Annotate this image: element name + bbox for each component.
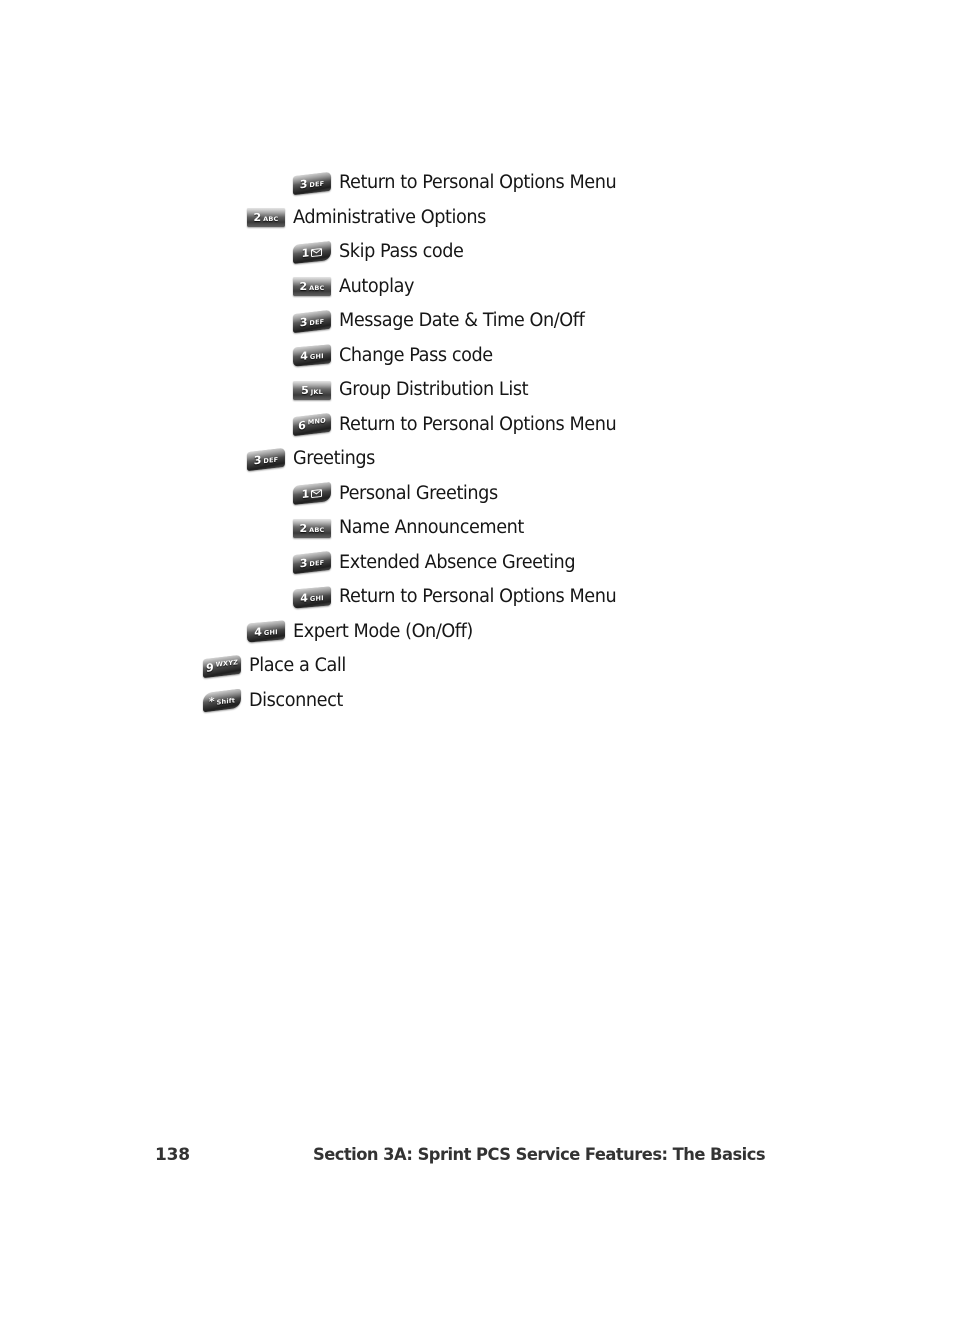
- keypad-key-2-icon: 2 ABC: [293, 518, 331, 538]
- menu-item-label: Administrative Options: [293, 206, 486, 228]
- menu-item: 4 GHI Expert Mode (On/Off): [0, 615, 954, 650]
- keypad-key-3-icon: 3 DEF: [246, 447, 286, 471]
- menu-item: 1 Personal Greetings: [0, 477, 954, 512]
- key-face: [293, 482, 331, 506]
- key-face: [293, 277, 331, 297]
- menu-item: 2 ABC Name Announcement: [0, 511, 954, 546]
- menu-item-label: Return to Personal Options Menu: [339, 413, 617, 435]
- page-footer: 138 Section 3A: Sprint PCS Service Featu…: [0, 1145, 954, 1175]
- menu-item-label: Place a Call: [249, 655, 346, 676]
- menu-item: 9 WXYZ Place a Call: [0, 649, 954, 684]
- menu-item-label: Autoplay: [339, 275, 414, 297]
- menu-item-label: Message Date & Time On/Off: [339, 310, 585, 331]
- menu-item-label: Skip Pass code: [339, 241, 464, 262]
- menu-item: 3 DEF Message Date & Time On/Off: [0, 304, 954, 339]
- menu-item-label: Expert Mode (On/Off): [293, 620, 473, 642]
- key-face: [247, 208, 285, 228]
- menu-item: 2 ABC Autoplay: [0, 270, 954, 305]
- document-page: 3 DEF Return to Personal Options Menu 2 ABC A…: [0, 0, 954, 1323]
- menu-item-label: Extended Absence Greeting: [339, 551, 576, 573]
- running-head: Section 3A: Sprint PCS Service Features:…: [313, 1145, 766, 1165]
- menu-item: 3 DEF Return to Personal Options Menu: [0, 166, 954, 201]
- keypad-key-6-icon: 6 MNO: [292, 413, 332, 437]
- menu-item: 6 MNO Return to Personal Options Menu: [0, 408, 954, 443]
- keypad-key-3-icon: 3 DEF: [292, 551, 332, 575]
- menu-item: 3 DEF Greetings: [0, 442, 954, 477]
- menu-item: * Shift Disconnect: [0, 684, 954, 719]
- keypad-key-9-icon: 9 WXYZ: [202, 654, 242, 678]
- key-face: [202, 654, 242, 678]
- key-face: [293, 344, 331, 367]
- menu-item-label: Return to Personal Options Menu: [339, 172, 617, 193]
- menu-item: 4 GHI Change Pass code: [0, 339, 954, 374]
- key-face: [293, 518, 331, 538]
- key-face: [247, 620, 285, 643]
- menu-item-label: Name Announcement: [339, 517, 524, 538]
- keypad-key-4-icon: 4 GHI: [247, 620, 285, 643]
- keypad-key-2-icon: 2 ABC: [293, 277, 331, 297]
- menu-item-label: Greetings: [293, 448, 375, 469]
- menu-item-label: Change Pass code: [339, 344, 493, 366]
- menu-item: 3 DEF Extended Absence Greeting: [0, 546, 954, 581]
- keypad-key-2-icon: 2 ABC: [247, 208, 285, 228]
- menu-item: 2 ABC Administrative Options: [0, 201, 954, 236]
- keypad-key-5-icon: 5 JKL: [293, 380, 331, 400]
- keypad-key-4-icon: 4 GHI: [293, 344, 331, 367]
- keypad-key-1-icon: 1: [293, 482, 331, 506]
- key-face: [203, 688, 241, 713]
- key-face: [293, 380, 331, 400]
- key-face: [292, 551, 332, 575]
- key-face: [292, 309, 332, 333]
- menu-item-label: Disconnect: [249, 689, 343, 711]
- key-face: [292, 171, 332, 195]
- menu-item-label: Personal Greetings: [339, 482, 498, 504]
- keypad-key-4-icon: 4 GHI: [293, 586, 331, 609]
- keypad-key-star-icon: * Shift: [203, 688, 241, 713]
- keypad-key-3-icon: 3 DEF: [292, 309, 332, 333]
- menu-item: 4 GHI Return to Personal Options Menu: [0, 580, 954, 615]
- key-face: [293, 240, 331, 264]
- page-number: 138: [155, 1145, 190, 1165]
- key-face: [246, 447, 286, 471]
- menu-item: 5 JKL Group Distribution List: [0, 373, 954, 408]
- menu-item: 1 Skip Pass code: [0, 235, 954, 270]
- keypad-key-1-icon: 1: [293, 240, 331, 264]
- key-face: [293, 586, 331, 609]
- key-face: [292, 413, 332, 437]
- menu-item-label: Return to Personal Options Menu: [339, 586, 617, 607]
- voicemail-menu-tree: 3 DEF Return to Personal Options Menu 2 ABC A…: [0, 166, 954, 718]
- keypad-key-3-icon: 3 DEF: [292, 171, 332, 195]
- menu-item-label: Group Distribution List: [339, 379, 529, 400]
